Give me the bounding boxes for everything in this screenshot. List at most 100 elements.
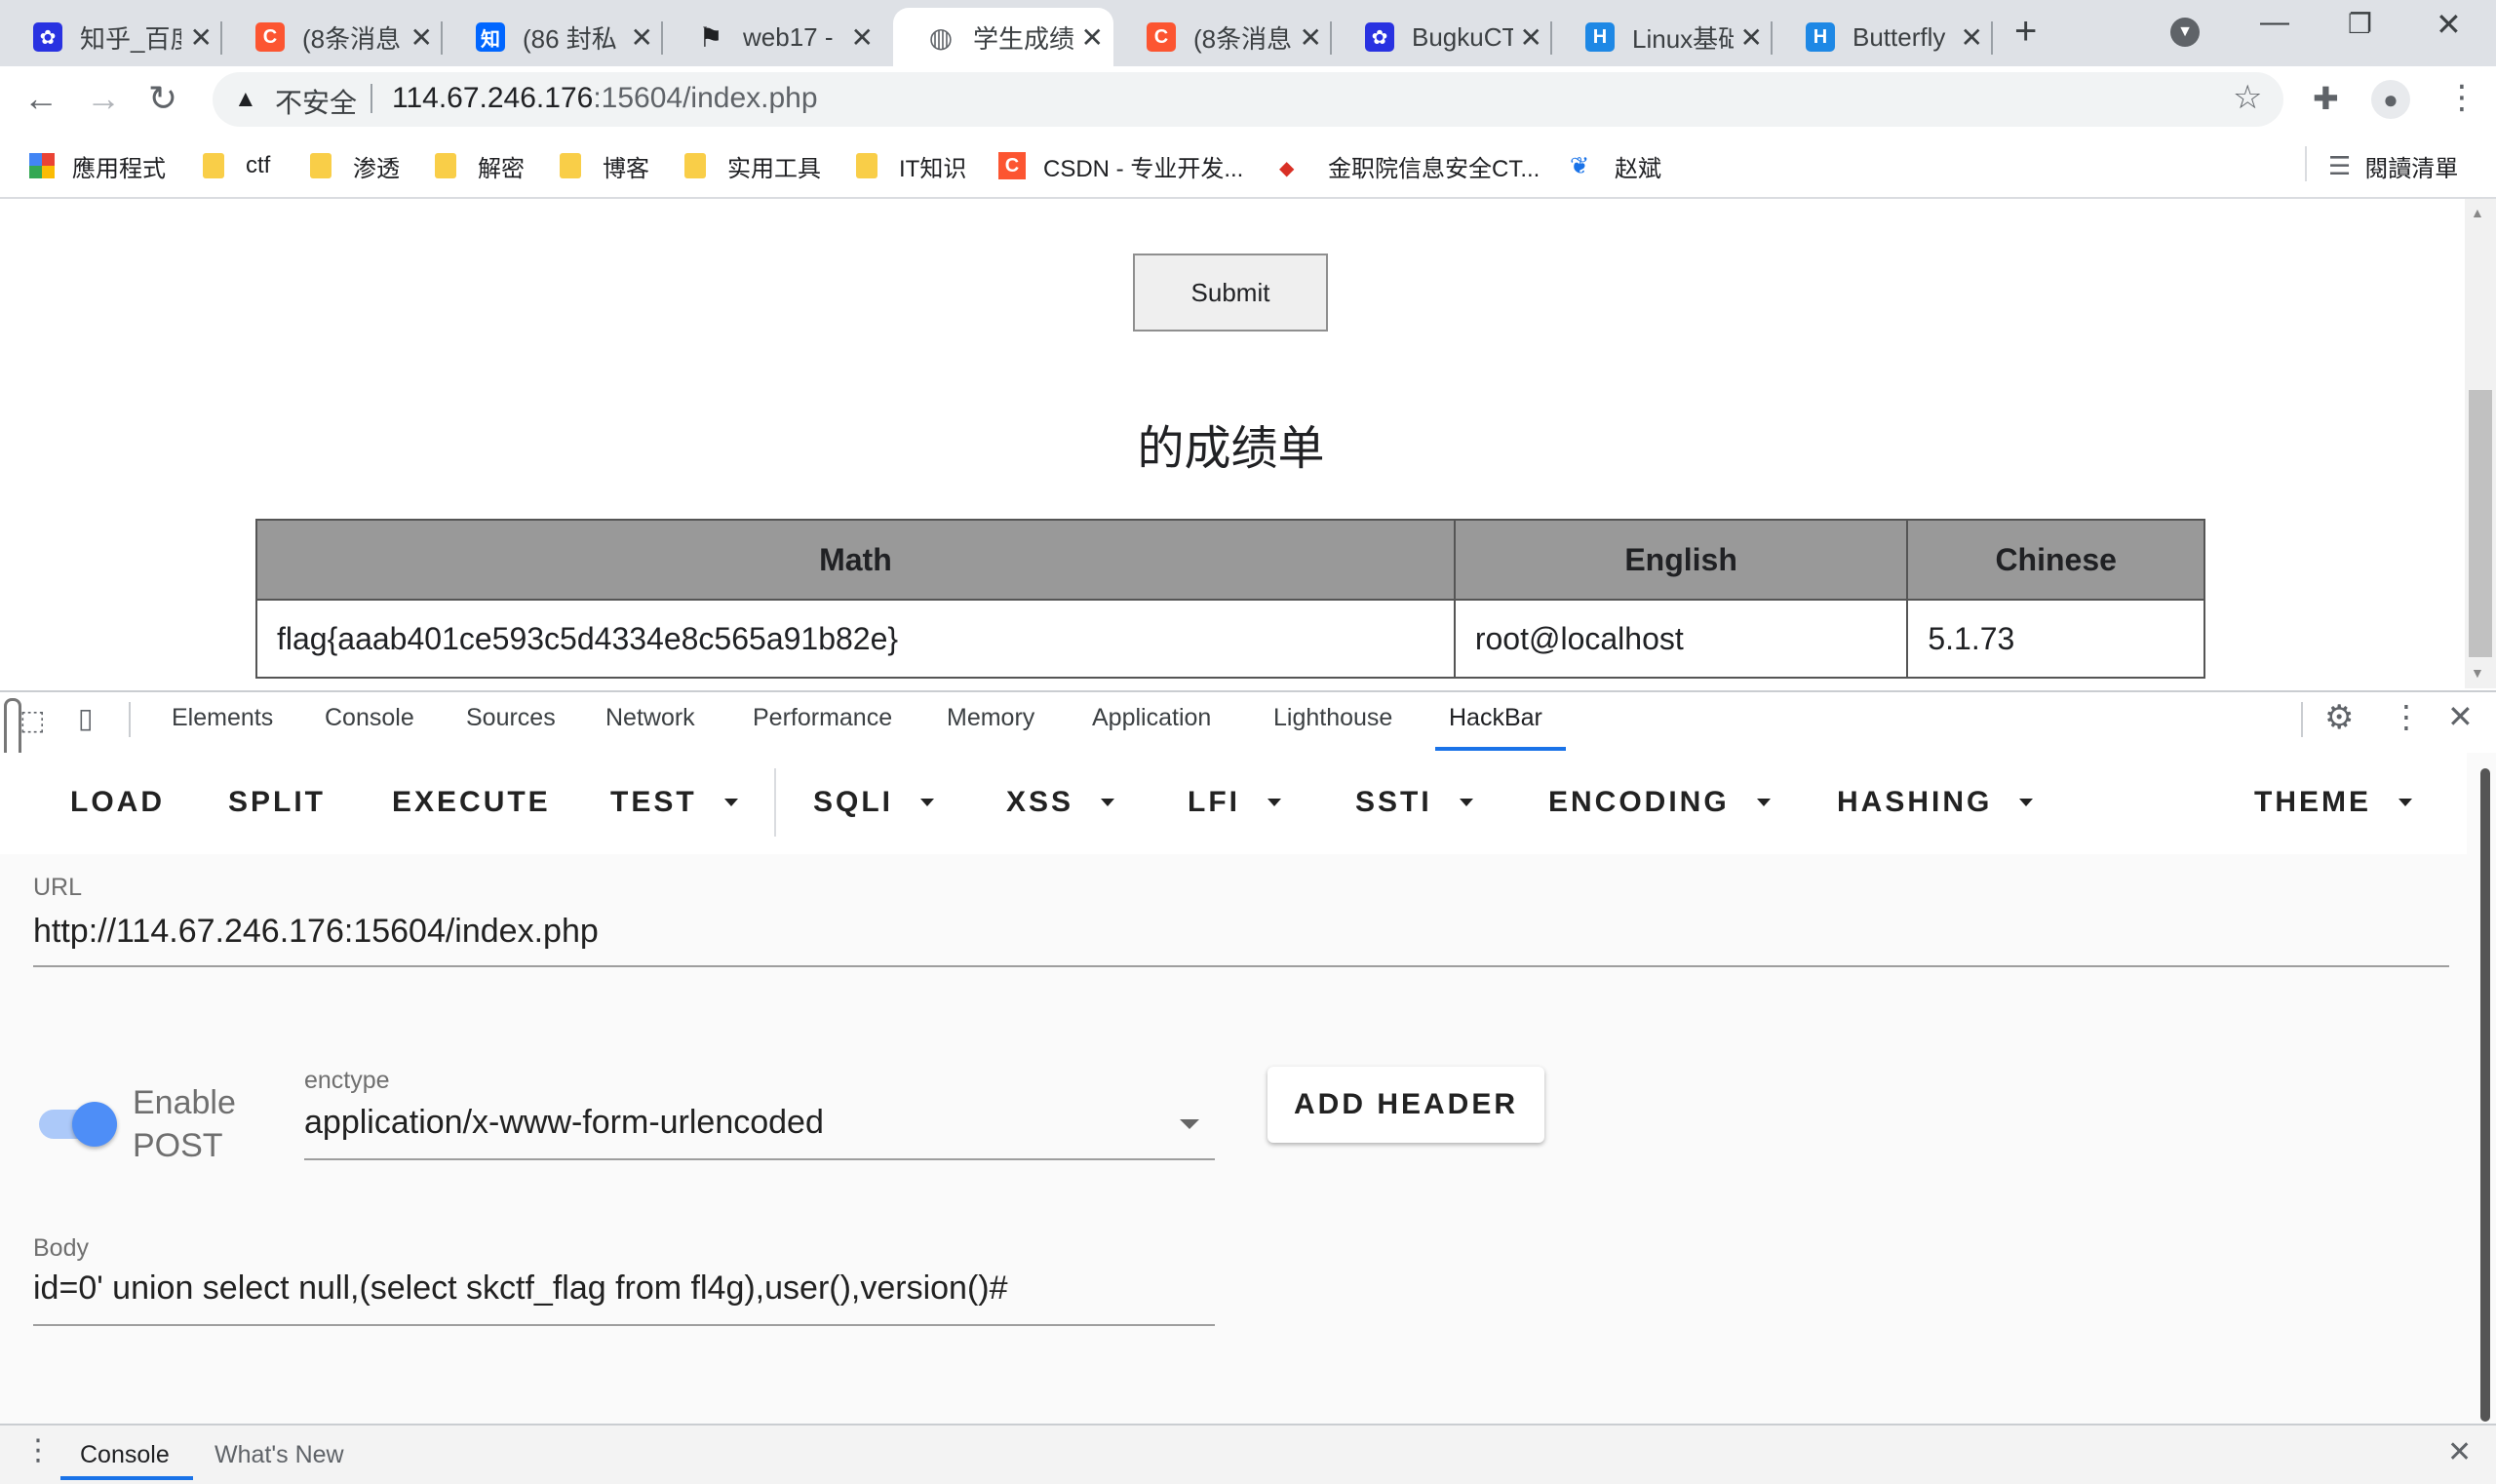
theme-menu[interactable]: THEME <box>2254 786 2412 819</box>
lfi-menu[interactable]: LFI <box>1188 786 1281 819</box>
browser-tab-8[interactable]: H Linux基础 ✕ <box>1552 8 1773 66</box>
tab-close-icon[interactable]: ✕ <box>1961 21 1983 54</box>
tab-title: 学生成绩 <box>973 23 1074 54</box>
reload-icon[interactable]: ↻ <box>148 78 177 119</box>
tab-network[interactable]: Network <box>605 704 695 732</box>
drawer-tab-console[interactable]: Console <box>80 1441 170 1469</box>
tab-title: web17 - <box>743 21 834 52</box>
drawer-menu-icon[interactable]: ⋮ <box>23 1433 53 1467</box>
page-scrollbar-thumb[interactable] <box>2469 390 2492 657</box>
tab-close-icon[interactable]: ✕ <box>1081 21 1104 54</box>
encoding-menu[interactable]: ENCODING <box>1548 786 1771 819</box>
tab-title: Butterfly <box>1852 21 1946 52</box>
execute-button[interactable]: EXECUTE <box>392 786 551 819</box>
inspect-element-icon[interactable]: ⬚ <box>20 704 45 736</box>
new-tab-plus-icon[interactable]: + <box>2014 10 2037 54</box>
browser-tab-2[interactable]: C (8条消息 ✕ <box>222 8 443 66</box>
bookmark-apps[interactable]: 應用程式 <box>29 148 166 183</box>
tab-application[interactable]: Application <box>1092 704 1211 732</box>
split-button[interactable]: SPLIT <box>228 786 326 819</box>
back-arrow-icon[interactable]: ← <box>23 78 58 119</box>
body-field[interactable]: id=0' union select null,(select skctf_fl… <box>33 1269 1008 1308</box>
hashing-menu[interactable]: HASHING <box>1837 786 2034 819</box>
browser-tab-4[interactable]: ⚑ web17 - ✕ <box>663 8 883 66</box>
hackbar-scrollbar[interactable] <box>2480 768 2490 1422</box>
baidu-paw-icon: ✿ <box>33 22 62 52</box>
warning-triangle-icon[interactable]: ▲ <box>234 86 257 113</box>
tab-close-icon[interactable]: ✕ <box>1740 21 1763 54</box>
page-scrollbar[interactable]: ▲ ▼ <box>2465 199 2496 688</box>
xss-menu[interactable]: XSS <box>1006 786 1115 819</box>
folder-icon <box>684 153 706 178</box>
bookmark-folder-decrypt[interactable]: 解密 <box>435 148 525 183</box>
enctype-select[interactable]: application/x-www-form-urlencoded <box>304 1104 824 1142</box>
tab-close-icon[interactable]: ✕ <box>190 21 213 54</box>
bookmark-zhaobin[interactable]: ❦ 赵斌 <box>1570 148 1661 183</box>
bookmark-folder-tools[interactable]: 实用工具 <box>684 148 821 183</box>
extensions-puzzle-icon[interactable]: ✚ <box>2313 80 2339 117</box>
sqli-menu[interactable]: SQLI <box>813 786 935 819</box>
window-restore-icon[interactable]: ❐ <box>2348 8 2372 40</box>
bookmark-csdn[interactable]: C CSDN - 专业开发... <box>998 148 1243 183</box>
tab-performance[interactable]: Performance <box>753 704 892 732</box>
dropdown-caret-icon <box>1268 799 1281 806</box>
tab-hackbar[interactable]: HackBar <box>1449 704 1542 732</box>
tab-close-icon[interactable]: ✕ <box>1520 21 1542 54</box>
tab-console[interactable]: Console <box>325 704 414 732</box>
zhihu-icon: 知 <box>476 22 505 52</box>
browser-menu-icon[interactable]: ⋮ <box>2445 78 2478 117</box>
tab-lighthouse[interactable]: Lighthouse <box>1273 704 1392 732</box>
baidu-paw-icon: ✿ <box>1365 22 1394 52</box>
tab-memory[interactable]: Memory <box>947 704 1034 732</box>
add-header-button[interactable]: ADD HEADER <box>1268 1067 1544 1143</box>
bookmark-folder-blog[interactable]: 博客 <box>560 148 649 183</box>
tab-close-icon[interactable]: ✕ <box>631 21 653 54</box>
window-close-icon[interactable]: ✕ <box>2436 6 2462 43</box>
active-tab-indicator <box>1435 747 1566 751</box>
browser-tab-7[interactable]: ✿ BugkuCT ✕ <box>1332 8 1552 66</box>
submit-button[interactable]: Submit <box>1133 254 1328 332</box>
header-math: Math <box>255 519 1456 601</box>
devtools-close-icon[interactable]: ✕ <box>2447 698 2474 735</box>
browser-tab-5-active[interactable]: ◍ 学生成绩 ✕ <box>893 8 1113 66</box>
scroll-down-icon[interactable]: ▼ <box>2471 665 2484 681</box>
test-menu[interactable]: TEST <box>610 786 738 819</box>
window-minimize-icon[interactable]: — <box>2260 6 2289 39</box>
browser-tab-6[interactable]: C (8条消息 ✕ <box>1113 8 1332 66</box>
drawer-tab-whats-new[interactable]: What's New <box>214 1441 344 1469</box>
drawer-close-icon[interactable]: ✕ <box>2447 1435 2472 1469</box>
security-label[interactable]: 不安全 <box>275 82 357 121</box>
settings-gear-icon[interactable]: ⚙ <box>2324 698 2354 737</box>
folder-icon <box>560 153 581 178</box>
browser-tab-1[interactable]: ✿ 知乎_百度 ✕ <box>0 8 222 66</box>
device-toolbar-icon[interactable]: ▯ <box>78 702 93 734</box>
profile-avatar-icon[interactable]: ● <box>2371 80 2410 119</box>
address-url[interactable]: 114.67.246.176:15604/index.php <box>392 82 818 115</box>
bookmark-jzy-ctf[interactable]: ◆ 金职院信息安全CT... <box>1279 148 1540 183</box>
scores-table: Math English Chinese flag{aaab401ce593c5… <box>255 519 2205 679</box>
reading-list-button[interactable]: ☰ 閱讀清單 <box>2328 148 2458 183</box>
bookmark-folder-ctf[interactable]: ctf <box>203 148 270 183</box>
devtools-menu-icon[interactable]: ⋮ <box>2391 698 2422 735</box>
load-button[interactable]: LOAD <box>70 786 165 819</box>
ssti-menu[interactable]: SSTI <box>1355 786 1473 819</box>
bookmark-folder-it[interactable]: IT知识 <box>856 148 966 183</box>
scroll-up-icon[interactable]: ▲ <box>2471 205 2484 220</box>
browser-tab-3[interactable]: 知 (86 封私 ✕ <box>443 8 663 66</box>
tab-elements[interactable]: Elements <box>172 704 273 732</box>
tab-close-icon[interactable]: ✕ <box>410 21 433 54</box>
forward-arrow-icon[interactable]: → <box>86 78 121 119</box>
tab-close-icon[interactable]: ✕ <box>851 21 874 54</box>
browser-tab-9[interactable]: H Butterfly ✕ <box>1773 8 1993 66</box>
bookmark-folder-pentest[interactable]: 渗透 <box>310 148 400 183</box>
url-field[interactable]: http://114.67.246.176:15604/index.php <box>33 913 599 951</box>
devtools-divider <box>2301 702 2303 737</box>
bookmark-star-icon[interactable]: ☆ <box>2233 78 2262 117</box>
tab-sources[interactable]: Sources <box>466 704 556 732</box>
tab-search-chevron-icon[interactable]: ▼ <box>2170 18 2200 47</box>
enable-post-toggle[interactable] <box>72 1102 117 1147</box>
url-field-label: URL <box>33 874 83 901</box>
cell-english: root@localhost <box>1453 599 1909 679</box>
tab-close-icon[interactable]: ✕ <box>1300 21 1322 54</box>
enctype-dropdown-arrow-icon[interactable] <box>1180 1119 1199 1129</box>
